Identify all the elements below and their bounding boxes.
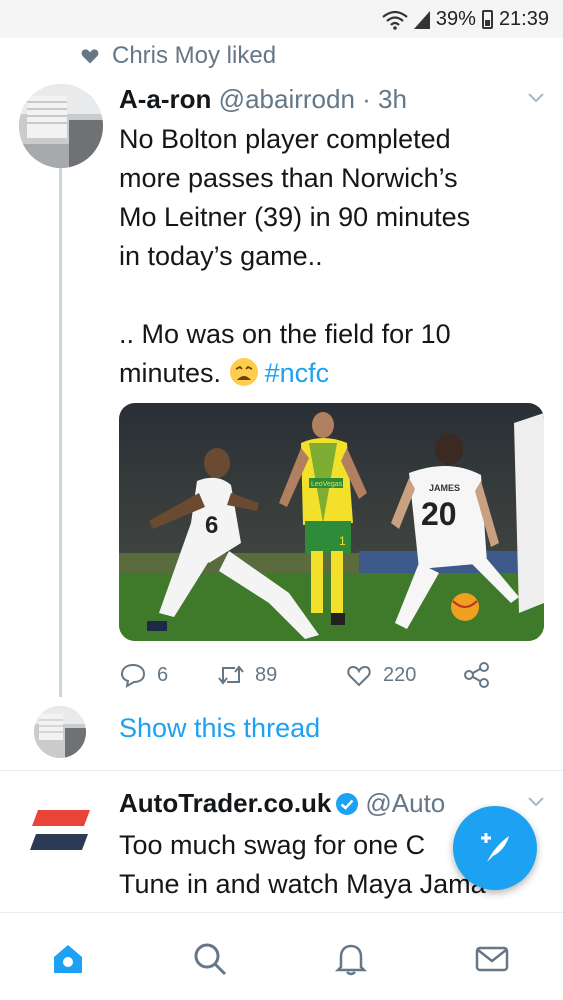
tweet-image[interactable]: 6 LeoVegas 1 JAMES 20 [119,403,544,641]
verified-badge-icon [336,793,359,815]
chevron-down-icon[interactable] [527,796,545,808]
chevron-down-icon[interactable] [527,92,545,104]
tweet-line: in today’s game.. [119,241,323,271]
thread-avatar[interactable] [34,706,86,758]
tweet-text: No Bolton player completed more passes t… [119,120,539,393]
reply-button[interactable]: 6 [119,662,168,688]
divider [0,770,563,771]
heart-icon [81,49,99,64]
retweet-icon [218,665,244,685]
reply-count: 6 [157,663,169,686]
tweet-line: minutes. [119,358,222,388]
compose-button[interactable] [453,806,537,890]
liked-by-text: Chris Moy liked [112,42,277,69]
tweet-line: .. Mo was on the field for 10 [119,319,451,349]
battery-percent: 39% [435,8,476,30]
weary-face-emoji [229,358,258,386]
compose-icon [481,833,509,862]
avatar[interactable] [19,84,103,168]
tweet-header: A-a-ron @abairrodn · 3h [119,84,407,115]
notifications-icon[interactable] [333,941,369,977]
hashtag-link[interactable]: #ncfc [265,358,330,388]
tweet-last-line: minutes. #ncfc [119,354,539,393]
status-right: 39% 21:39 [382,8,549,31]
share-button[interactable] [463,662,491,688]
promo-header: AutoTrader.co.uk @Auto [119,788,519,819]
status-bar: 39% 21:39 [0,0,563,38]
player-name: JAMES [429,483,460,493]
like-icon [347,665,371,687]
left-shirt-number: 6 [205,512,218,539]
promo-display-name[interactable]: AutoTrader.co.uk [119,788,331,818]
bottom-nav [0,912,563,1000]
retweet-button[interactable]: 89 [217,662,277,688]
wifi-icon [382,10,408,30]
share-icon [464,662,489,688]
signal-icon [413,10,430,29]
retweet-count: 89 [255,663,278,686]
like-button[interactable]: 220 [345,662,416,688]
center-shirt-number: 1 [339,534,346,548]
search-icon[interactable] [192,941,228,977]
like-count: 220 [383,663,417,686]
tweet-blank-line [119,276,539,315]
promo-handle: @Auto [365,788,446,818]
show-thread-link[interactable]: Show this thread [119,713,320,744]
autotrader-logo[interactable] [28,806,94,854]
reply-icon [120,663,146,688]
thread-line [59,152,62,697]
player-number: 20 [421,496,457,532]
shirt-sponsor: LeoVegas [311,481,343,488]
tweet-line: more passes than Norwich’s [119,163,458,193]
display-name[interactable]: A-a-ron [119,84,211,114]
tweet-line: Mo Leitner (39) in 90 minutes [119,202,471,232]
battery-icon [481,10,493,29]
messages-icon[interactable] [474,941,510,977]
home-icon[interactable] [50,941,86,977]
clock: 21:39 [498,8,549,30]
handle-time: @abairrodn · 3h [218,84,407,114]
tweet-actions: 6 89 220 [119,662,539,692]
tweet-line: No Bolton player completed [119,124,451,154]
liked-indicator: Chris Moy liked [80,42,276,70]
